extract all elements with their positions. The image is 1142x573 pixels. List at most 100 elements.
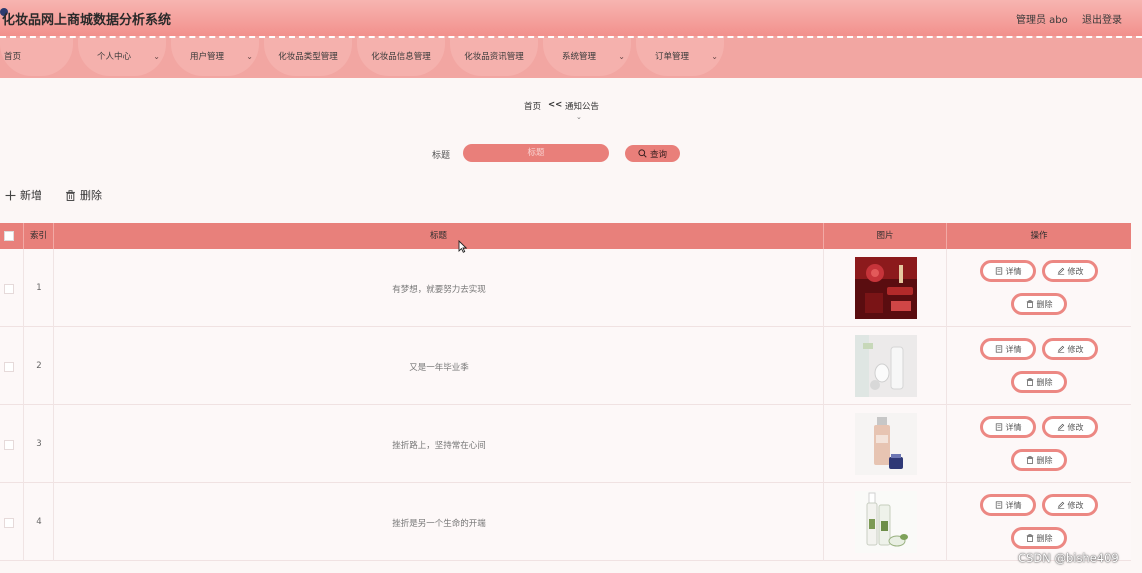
nav-item-label: 个人中心 <box>96 52 131 62</box>
nav-item-label: 用户管理 <box>189 52 224 62</box>
document-icon <box>995 501 1002 509</box>
trash-icon <box>1026 534 1033 542</box>
document-icon <box>995 267 1002 275</box>
detail-button[interactable]: 详情 <box>980 338 1036 360</box>
delete-button-label: 删除 <box>1036 455 1053 465</box>
row-index: 1 <box>36 283 42 293</box>
edit-icon <box>1057 423 1064 431</box>
nav-item-cosmetic-info-management[interactable]: 化妆品信息管理 <box>357 38 445 76</box>
chevron-down-icon: ⌄ <box>576 113 582 121</box>
trash-icon <box>1026 300 1033 308</box>
detail-button-label: 详情 <box>1005 266 1022 276</box>
trash-icon <box>1026 378 1033 386</box>
nav-item-label: 系统管理 <box>561 52 596 62</box>
nav-item-label: 化妆品类型管理 <box>278 52 338 62</box>
edit-button[interactable]: 修改 <box>1042 494 1098 516</box>
breadcrumb-current: 通知公告 <box>565 102 600 112</box>
detail-button[interactable]: 详情 <box>980 494 1036 516</box>
detail-button-label: 详情 <box>1005 344 1022 354</box>
chevron-down-icon: ⌄ <box>618 52 625 61</box>
batch-delete-label: 删除 <box>80 189 102 202</box>
logout-link[interactable]: 退出登录 <box>1082 11 1122 26</box>
row-checkbox[interactable] <box>4 362 14 372</box>
search-button-label: 查询 <box>649 149 667 160</box>
column-header-index: 索引 <box>24 223 54 249</box>
search-button[interactable]: 查询 <box>625 145 680 162</box>
breadcrumb-home[interactable]: 首页 <box>524 100 541 112</box>
search-icon <box>638 149 647 158</box>
edit-button-label: 修改 <box>1067 500 1084 510</box>
delete-button[interactable]: 删除 <box>1011 293 1067 315</box>
foundation-bottle-product-photo <box>855 413 917 475</box>
nav-item-user-management[interactable]: 用户管理 ⌄ <box>171 38 259 76</box>
app-title: 化妆品网上商城数据分析系统 <box>2 13 172 28</box>
delete-button-label: 删除 <box>1036 299 1053 309</box>
green-skincare-set-product-photo <box>855 491 917 553</box>
delete-button[interactable]: 删除 <box>1011 527 1067 549</box>
table-header: 索引 标题 图片 操作 <box>0 223 1131 249</box>
chevron-down-icon: ⌄ <box>246 52 253 61</box>
column-header-actions: 操作 <box>1030 231 1048 241</box>
row-index: 4 <box>36 517 42 527</box>
delete-button[interactable]: 删除 <box>1011 371 1067 393</box>
row-title: 又是一年毕业季 <box>409 363 469 373</box>
edit-icon <box>1057 267 1064 275</box>
trash-icon <box>1026 456 1033 464</box>
column-header-title: 标题 <box>54 223 824 249</box>
row-checkbox[interactable] <box>4 440 14 450</box>
nav-item-label: 化妆品信息管理 <box>371 52 431 62</box>
trash-icon <box>66 189 75 201</box>
edit-button-label: 修改 <box>1067 344 1084 354</box>
delete-button[interactable]: 删除 <box>1011 449 1067 471</box>
delete-button-label: 删除 <box>1036 377 1053 387</box>
edit-icon <box>1057 345 1064 353</box>
top-header: 化妆品网上商城数据分析系统 管理员 abo 退出登录 <box>0 0 1142 36</box>
nav-item-system-management[interactable]: 系统管理 ⌄ <box>543 38 631 76</box>
edit-button[interactable]: 修改 <box>1042 416 1098 438</box>
edit-button-label: 修改 <box>1067 422 1084 432</box>
nav-item-label: 首页 <box>4 52 22 62</box>
red-cosmetics-product-photo <box>855 257 917 319</box>
search-title-label: 标题 <box>432 151 451 161</box>
add-button[interactable]: 新增 <box>5 187 42 203</box>
mouse-cursor-icon <box>458 240 467 253</box>
column-header-image: 图片 <box>824 223 947 249</box>
detail-button-label: 详情 <box>1005 500 1022 510</box>
row-checkbox[interactable] <box>4 284 14 294</box>
edit-button[interactable]: 修改 <box>1042 338 1098 360</box>
main-nav: 首页 个人中心 ⌄ 用户管理 ⌄ 化妆品类型管理 化妆品信息管理 化妆品资讯管理… <box>0 36 1142 78</box>
watermark: CSDN @bishe409 <box>1018 551 1119 565</box>
nav-item-order-management[interactable]: 订单管理 ⌄ <box>636 38 724 76</box>
row-title: 挫折路上，坚持常在心间 <box>392 441 486 451</box>
nav-item-label: 化妆品资讯管理 <box>464 52 524 62</box>
add-button-label: 新增 <box>20 189 42 202</box>
row-checkbox[interactable] <box>4 518 14 528</box>
nav-item-home[interactable]: 首页 <box>0 38 73 76</box>
breadcrumb-separator: << <box>548 100 563 110</box>
document-icon <box>995 345 1002 353</box>
row-title: 挫折是另一个生命的开端 <box>392 519 486 529</box>
detail-button-label: 详情 <box>1005 422 1022 432</box>
row-index: 3 <box>36 439 42 449</box>
admin-user-label: 管理员 abo <box>1016 15 1068 26</box>
edit-icon <box>1057 501 1064 509</box>
detail-button[interactable]: 详情 <box>980 416 1036 438</box>
select-all-checkbox[interactable] <box>4 231 14 241</box>
delete-button-label: 删除 <box>1036 533 1053 543</box>
search-title-input[interactable] <box>463 144 609 162</box>
edit-button-label: 修改 <box>1067 266 1084 276</box>
nav-item-cosmetic-type-management[interactable]: 化妆品类型管理 <box>264 38 352 76</box>
row-index: 2 <box>36 361 42 371</box>
chevron-down-icon: ⌄ <box>711 52 718 61</box>
nav-item-personal-center[interactable]: 个人中心 ⌄ <box>78 38 166 76</box>
nav-item-cosmetic-news-management[interactable]: 化妆品资讯管理 <box>450 38 538 76</box>
white-skincare-product-photo <box>855 335 917 397</box>
detail-button[interactable]: 详情 <box>980 260 1036 282</box>
row-title: 有梦想，就要努力去实现 <box>392 285 486 295</box>
document-icon <box>995 423 1002 431</box>
batch-delete-button[interactable]: 删除 <box>65 187 102 203</box>
chevron-down-icon: ⌄ <box>153 52 160 61</box>
edit-button[interactable]: 修改 <box>1042 260 1098 282</box>
plus-icon <box>5 190 16 200</box>
nav-item-label: 订单管理 <box>654 52 689 62</box>
